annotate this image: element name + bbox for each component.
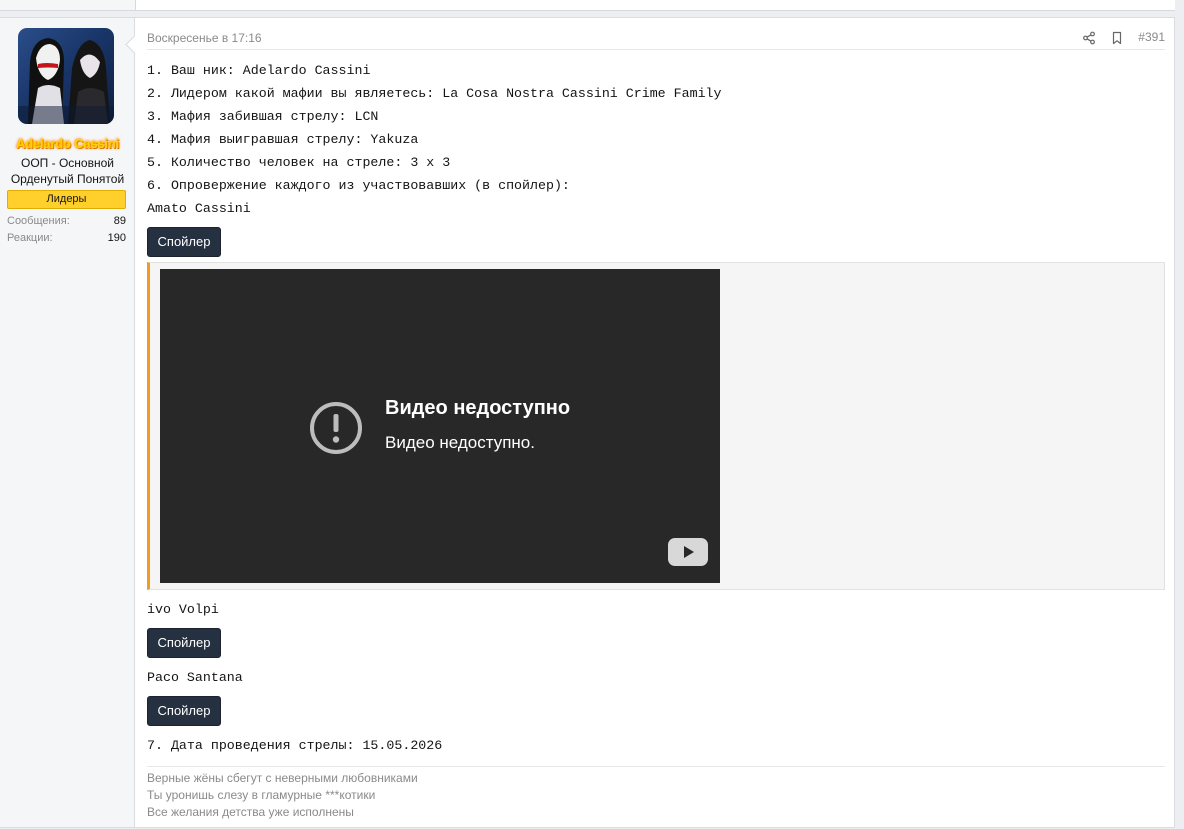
previous-post-edge bbox=[0, 0, 1175, 11]
post-header: Воскресенье в 17:16 #391 bbox=[147, 18, 1165, 50]
form-line-1: 1. Ваш ник: Adelardo Cassini bbox=[147, 63, 371, 78]
signature-line-3: Все желания детства уже исполнены bbox=[147, 805, 354, 819]
form-line-5: 5. Количество человек на стреле: 3 x 3 bbox=[147, 155, 451, 170]
youtube-logo-icon[interactable] bbox=[668, 538, 708, 570]
participant-name-2: ivo Volpi bbox=[147, 602, 219, 617]
signature: Верные жёны сбегут с неверными любовника… bbox=[147, 766, 1165, 821]
share-icon[interactable] bbox=[1082, 30, 1096, 45]
spoiler-button-2[interactable]: Спойлер bbox=[147, 628, 221, 658]
participant-name-3: Paco Santana bbox=[147, 670, 243, 685]
messages-stat-label: Сообщения: bbox=[7, 215, 70, 227]
bookmark-icon[interactable] bbox=[1110, 30, 1124, 45]
signature-line-1: Верные жёны сбегут с неверными любовника… bbox=[147, 771, 418, 785]
video-unavailable-title: Видео недоступно bbox=[385, 397, 571, 419]
reactions-stat: Реакции: 190 bbox=[7, 232, 126, 248]
forum-post: Adelardo Cassini ООП - Основной Орденуты… bbox=[0, 17, 1175, 828]
spoiler-button-3[interactable]: Спойлер bbox=[147, 696, 221, 726]
alert-circle-icon bbox=[309, 401, 363, 459]
participant-name-1: Amato Cassini bbox=[147, 201, 251, 216]
form-line-2: 2. Лидером какой мафии вы являетесь: La … bbox=[147, 86, 722, 101]
form-line-7: 7. Дата проведения стрелы: 15.05.2026 bbox=[147, 738, 443, 753]
video-embed[interactable]: Видео недоступно Видео недоступно. bbox=[160, 269, 720, 583]
messages-stat: Сообщения: 89 bbox=[7, 215, 126, 231]
author-title-line-1: ООП - Основной bbox=[21, 156, 114, 170]
spoiler-button-1[interactable]: Спойлер bbox=[147, 227, 221, 257]
user-banner: Лидеры bbox=[7, 190, 126, 209]
author-username[interactable]: Adelardo Cassini bbox=[0, 136, 135, 151]
form-line-4: 4. Мафия выигравшая стрелу: Yakuza bbox=[147, 132, 419, 147]
messages-stat-value[interactable]: 89 bbox=[114, 215, 126, 227]
previous-post-sidebar bbox=[0, 0, 136, 10]
video-unavailable-message: Видео недоступно. bbox=[385, 433, 535, 452]
avatar[interactable] bbox=[18, 28, 114, 124]
form-line-6: 6. Опровержение каждого из участвовавших… bbox=[147, 178, 570, 193]
author-title-line-2: Орденутый Понятой bbox=[10, 172, 125, 186]
reactions-stat-label: Реакции: bbox=[7, 232, 53, 244]
post-number[interactable]: #391 bbox=[1138, 30, 1165, 44]
signature-line-2: Ты уронишь слезу в гламурные ***котики bbox=[147, 788, 376, 802]
reactions-stat-value[interactable]: 190 bbox=[108, 232, 126, 244]
post-date[interactable]: Воскресенье в 17:16 bbox=[147, 31, 262, 45]
form-line-3: 3. Мафия забившая стрелу: LCN bbox=[147, 109, 379, 124]
author-sidebar: Adelardo Cassini ООП - Основной Орденуты… bbox=[0, 18, 135, 827]
spoiler-content: Видео недоступно Видео недоступно. bbox=[147, 262, 1165, 590]
